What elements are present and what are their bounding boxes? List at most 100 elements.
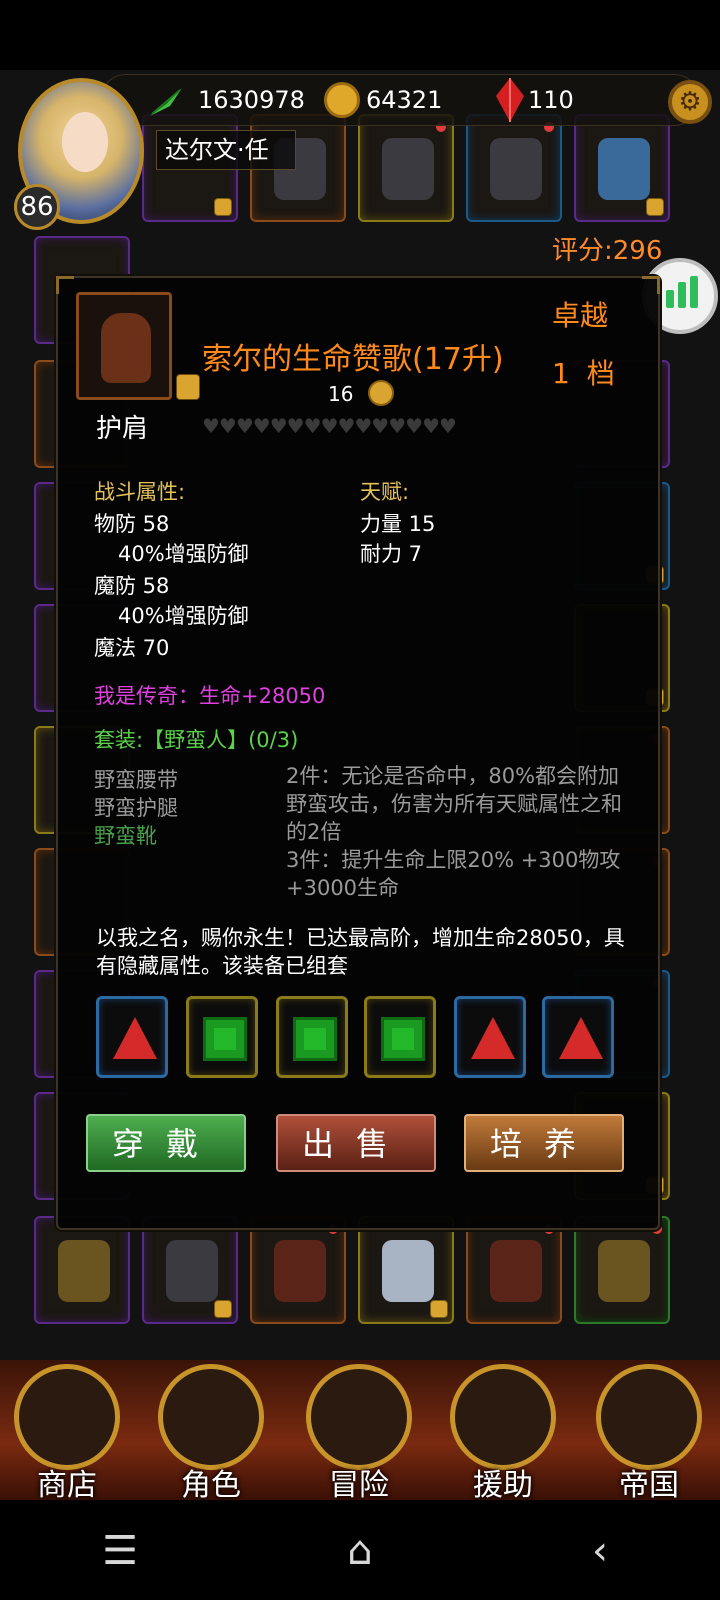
socket-emerald[interactable] [186, 996, 258, 1078]
game-nav-bar: 商店 角色 冒险 援助 帝国 [0, 1360, 720, 1503]
crown-icon [596, 1364, 702, 1470]
sell-button[interactable]: 出售 [276, 1114, 436, 1172]
settings-gear-icon[interactable]: ⚙ [668, 80, 712, 124]
nav-label: 冒险 [329, 1468, 389, 1503]
nav-empire[interactable]: 帝国 [590, 1360, 708, 1503]
castle-icon [14, 1364, 120, 1470]
player-name: 达尔文·任 [156, 130, 296, 170]
socket-emerald[interactable] [276, 996, 348, 1078]
player-level: 86 [14, 184, 60, 230]
coin-icon [324, 82, 360, 118]
nav-assist[interactable]: 援助 [444, 1360, 562, 1503]
set-bonus-2: 2件：无论是否命中，80%都会附加野蛮攻击，伤害为所有天赋属性之和的2倍 [286, 764, 622, 844]
back-icon[interactable]: ‹ [570, 1528, 630, 1576]
talent-strength: 力量 15 [360, 512, 436, 536]
hearts-rating: ♥♥♥♥♥♥♥♥♥♥♥♥♥♥♥ [202, 414, 457, 438]
item-icon [274, 1240, 326, 1302]
talent-stamina: 耐力 7 [360, 542, 423, 566]
lock-icon [214, 198, 232, 216]
item-lock-icon[interactable] [176, 374, 200, 400]
lock-icon [646, 198, 664, 216]
item-thumbnail [76, 292, 172, 400]
wear-button[interactable]: 穿戴 [86, 1114, 246, 1172]
item-slot-type: 护肩 [96, 414, 149, 444]
hooded-figure-icon [158, 1364, 264, 1470]
inventory-slot[interactable] [358, 114, 454, 222]
nav-label: 援助 [473, 1468, 533, 1503]
item-icon [382, 138, 434, 200]
item-description: 以我之名，赐你永生！已达最高阶，增加生命28050，具有隐藏属性。该装备已组套 [96, 926, 625, 978]
inventory-slot[interactable] [466, 1216, 562, 1324]
system-nav-bar: ☰ ⌂ ‹ [0, 1500, 720, 1600]
status-bar [0, 0, 720, 70]
item-title: 索尔的生命赞歌(17升) [202, 342, 504, 377]
set-title: 套装:【野蛮人】(0/3) [94, 728, 299, 752]
socket-ruby[interactable] [542, 996, 614, 1078]
combat-attributes-header: 战斗属性: [94, 480, 186, 504]
item-icon [58, 1240, 110, 1302]
coin-value: 64321 [366, 86, 443, 114]
inventory-slot[interactable] [574, 114, 670, 222]
socket-ruby[interactable] [96, 996, 168, 1078]
item-icon [166, 1240, 218, 1302]
inventory-slot[interactable] [574, 1216, 670, 1324]
ally-portrait-icon [450, 1364, 556, 1470]
inventory-slot[interactable] [142, 1216, 238, 1324]
stat-physical-defense: 物防 58 [94, 512, 170, 536]
gem-value: 110 [528, 86, 574, 114]
nav-shop[interactable]: 商店 [8, 1360, 126, 1503]
bar-chart-icon [678, 282, 686, 308]
shoulder-armor-icon [101, 313, 151, 383]
home-icon[interactable]: ⌂ [330, 1528, 390, 1576]
item-icon [598, 1240, 650, 1302]
socket-emerald[interactable] [364, 996, 436, 1078]
item-icon [598, 138, 650, 200]
nav-label: 商店 [37, 1468, 97, 1503]
price-coin-icon [368, 380, 394, 406]
stat-magic-defense: 魔防 58 [94, 574, 170, 598]
inventory-slot[interactable] [466, 114, 562, 222]
stat-physical-defense-bonus: 40%增强防御 [118, 542, 249, 566]
item-tier: 1 档 [552, 357, 619, 390]
lock-icon [430, 1300, 448, 1318]
inventory-slot[interactable] [358, 1216, 454, 1324]
ruby-gem-icon [559, 1017, 603, 1059]
socket-ruby[interactable] [454, 996, 526, 1078]
inventory-slot[interactable] [34, 1216, 130, 1324]
lock-icon [214, 1300, 232, 1318]
bar-chart-icon [666, 290, 674, 308]
bar-chart-icon [690, 276, 698, 308]
set-piece-owned: 野蛮靴 [94, 824, 157, 848]
ruby-gem-icon [113, 1017, 157, 1059]
menu-icon[interactable]: ☰ [90, 1528, 150, 1576]
set-bonus-3: 3件：提升生命上限20% +300物攻+3000生命 [286, 848, 621, 900]
cultivate-button[interactable]: 培养 [464, 1114, 624, 1172]
crossed-swords-icon [306, 1364, 412, 1470]
avatar-face [62, 112, 108, 172]
nav-label: 帝国 [619, 1468, 679, 1503]
exp-value: 1630978 [198, 86, 305, 114]
stat-magic: 魔法 70 [94, 636, 170, 660]
corner-ornament [642, 276, 660, 294]
set-piece: 野蛮腰带 [94, 768, 178, 792]
nav-character[interactable]: 角色 [152, 1360, 270, 1503]
item-price: 16 [328, 382, 354, 406]
nav-label: 角色 [181, 1468, 241, 1503]
item-icon [490, 1240, 542, 1302]
emerald-gem-icon [381, 1017, 425, 1061]
corner-ornament [56, 276, 74, 294]
legend-bonus: 我是传奇：生命+28050 [94, 684, 326, 708]
exp-leaf-icon [148, 84, 184, 120]
item-icon [490, 138, 542, 200]
ruby-gem-icon [471, 1017, 515, 1059]
nav-adventure[interactable]: 冒险 [300, 1360, 418, 1503]
item-icon [382, 1240, 434, 1302]
emerald-gem-icon [293, 1017, 337, 1061]
inventory-slot[interactable] [250, 1216, 346, 1324]
item-detail-dialog: 索尔的生命赞歌(17升) 卓越 1 档 16 护肩 ♥♥♥♥♥♥♥♥♥♥♥♥♥♥… [56, 276, 660, 1230]
item-grade: 卓越 [552, 299, 609, 332]
talent-header: 天赋: [360, 480, 410, 504]
score-label: 评分:296 [552, 236, 663, 266]
ruby-gem-icon [494, 78, 530, 122]
stat-magic-defense-bonus: 40%增强防御 [118, 604, 249, 628]
